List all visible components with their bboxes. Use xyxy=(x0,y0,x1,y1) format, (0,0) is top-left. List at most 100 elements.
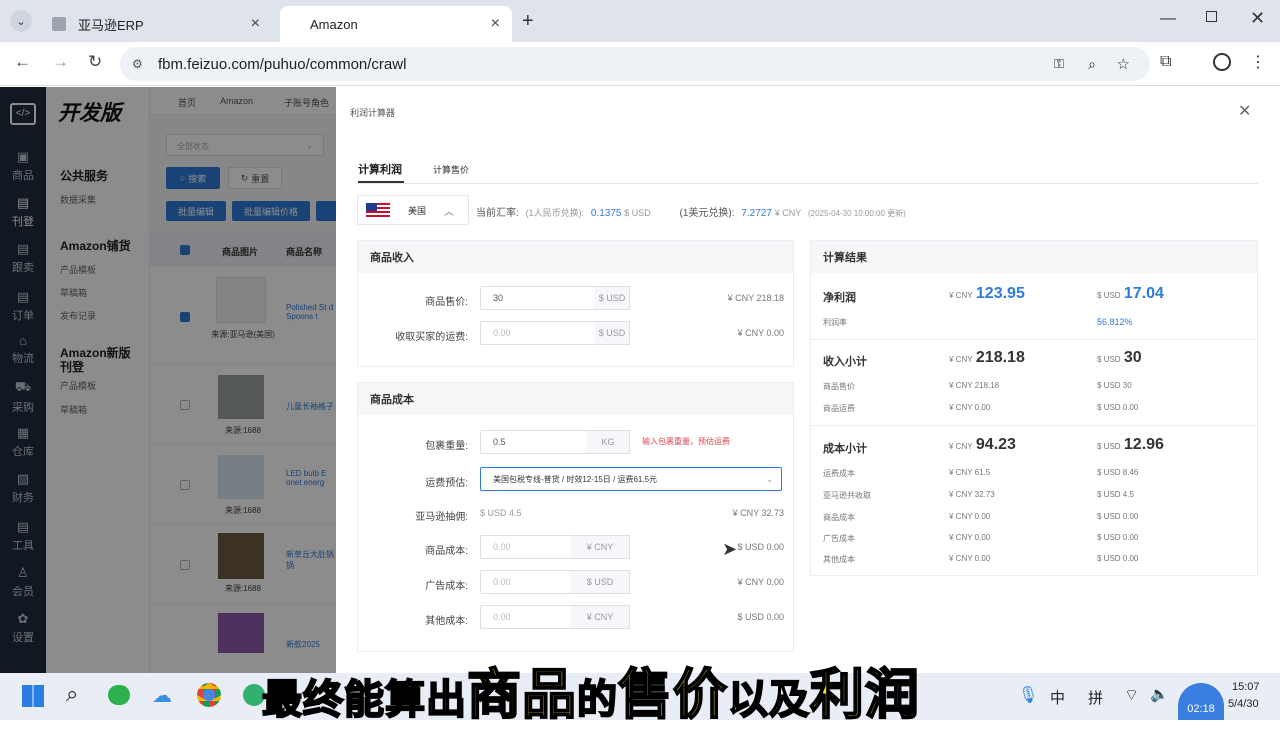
extensions-icon[interactable]: ⧉ xyxy=(1160,53,1171,71)
other-cost-conv: $ USD 0.00 xyxy=(737,612,784,622)
shipping-cny: ¥ CNY 0.00 xyxy=(737,328,784,338)
chrome-icon[interactable] xyxy=(197,683,221,707)
panel-title: 商品成本 xyxy=(358,383,793,415)
cost-subtotal-cny: ¥ CNY 94.23 xyxy=(949,436,1016,453)
divider xyxy=(811,425,1257,426)
shipping-label: 收取买家的运费: xyxy=(395,332,468,343)
result-row-label: 运费成本 xyxy=(823,469,855,478)
ime-pinyin[interactable]: 拼 xyxy=(1088,687,1103,708)
result-row-label: 商品运费 xyxy=(823,404,855,413)
minimize-button[interactable]: — xyxy=(1160,10,1176,28)
ship-estimate-label: 运费预估: xyxy=(425,478,468,489)
net-profit-label: 净利润 xyxy=(823,292,856,304)
result-row-usd: $ USD 8.46 xyxy=(1097,468,1139,477)
ship-estimate-select[interactable]: 美国包税专线-普货 / 时效12-15日 / 运费61.5元 ⌄ xyxy=(480,467,782,491)
price-unit: $ USD xyxy=(595,286,630,310)
close-window-button[interactable]: ✕ xyxy=(1250,8,1265,29)
goods-cost-unit: ¥ CNY xyxy=(571,535,630,559)
result-row-label: 广告成本 xyxy=(823,534,855,543)
tab-favicon-icon xyxy=(52,17,66,31)
result-row-usd: $ USD 30 xyxy=(1097,381,1132,390)
cloud-icon[interactable]: ☁ xyxy=(152,683,172,708)
margin-value: 56.812% xyxy=(1097,317,1133,327)
tab-title: Amazon xyxy=(310,16,358,32)
drawer-title: 利润计算器 xyxy=(350,108,396,118)
weight-unit: KG xyxy=(587,430,630,454)
search-icon[interactable]: ⌕ xyxy=(66,681,78,707)
mouse-cursor-icon: ➤ xyxy=(722,539,738,559)
income-panel: 商品收入 商品售价: 30 $ USD ¥ CNY 218.18 收取买家的运费… xyxy=(357,240,794,367)
commission-cny: ¥ CNY 32.73 xyxy=(732,508,784,518)
exchange-rate-info: 当前汇率: (1人民币兑换): 0.1375 $ USD (1美元兑换): 7.… xyxy=(476,208,906,219)
other-cost-unit: ¥ CNY xyxy=(571,605,630,629)
chevron-up-icon: ︿ xyxy=(444,206,455,218)
zoom-icon[interactable]: ⌕ xyxy=(1088,56,1096,73)
wechat-icon[interactable] xyxy=(108,685,130,705)
ad-cost-input[interactable]: 0.00 xyxy=(480,570,572,594)
panel-title: 计算结果 xyxy=(811,241,1257,273)
result-row-usd: $ USD 0.00 xyxy=(1097,554,1139,563)
income-subtotal-label: 收入小计 xyxy=(823,356,867,368)
goods-cost-conv: $ USD 0.00 xyxy=(737,542,784,552)
ime-mode[interactable]: 中 xyxy=(1050,687,1065,708)
modal-overlay[interactable] xyxy=(0,87,336,673)
microphone-icon[interactable]: 🎙 xyxy=(1018,685,1038,705)
new-tab-button[interactable]: + xyxy=(522,10,534,33)
back-icon[interactable]: ← xyxy=(14,52,31,72)
drawer-close-icon[interactable]: ✕ xyxy=(1238,101,1251,121)
tab-list-button[interactable]: ⌄ xyxy=(10,10,32,32)
country-select[interactable]: 美国 ︿ xyxy=(357,195,469,225)
price-input[interactable]: 30 xyxy=(480,286,596,310)
result-row-label: 商品成本 xyxy=(823,513,855,522)
url-field[interactable]: ⚙ fbm.feizuo.com/puhuo/common/crawl ⚿ ⌕ … xyxy=(120,47,1150,81)
result-row-cny: ¥ CNY 0.00 xyxy=(949,533,991,542)
wifi-icon[interactable]: ⌔ xyxy=(1124,685,1139,705)
browser-tab-erp[interactable]: 亚马逊ERP × xyxy=(40,6,272,42)
volume-icon[interactable]: 🔈 xyxy=(1150,685,1169,703)
close-icon[interactable]: × xyxy=(491,15,500,33)
address-bar-row: ← → ↻ ⚙ fbm.feizuo.com/puhuo/common/craw… xyxy=(0,42,1280,86)
result-row-cny: ¥ CNY 32.73 xyxy=(949,490,995,499)
bookmark-star-icon[interactable]: ☆ xyxy=(1117,55,1130,73)
profit-calculator-drawer: 利润计算器 ✕ 计算利润 计算售价 美国 ︿ 当前汇率: (1人民币兑换): 0… xyxy=(336,87,1280,673)
clock-time[interactable]: 15:07 xyxy=(1232,681,1260,693)
restore-button[interactable] xyxy=(1206,11,1217,22)
profile-icon[interactable] xyxy=(1213,53,1231,71)
result-row-usd: $ USD 4.5 xyxy=(1097,490,1134,499)
result-row-cny: ¥ CNY 218.18 xyxy=(949,381,1000,390)
cost-subtotal-usd: $ USD 12.96 xyxy=(1097,436,1164,453)
chevron-down-icon: ⌄ xyxy=(766,474,773,484)
result-row-label: 其他成本 xyxy=(823,555,855,564)
net-profit-usd: $ USD 17.04 xyxy=(1097,285,1164,302)
shipping-input[interactable]: 0.00 xyxy=(480,321,596,345)
tab-calc-profit[interactable]: 计算利润 xyxy=(358,161,402,177)
site-settings-icon[interactable]: ⚙ xyxy=(132,57,143,71)
tab-title: 亚马逊ERP xyxy=(78,17,144,33)
key-icon[interactable]: ⚿ xyxy=(1054,56,1064,72)
browser-tabbar: ⌄ 亚马逊ERP × Amazon × + — ✕ xyxy=(0,0,1280,42)
cost-subtotal-label: 成本小计 xyxy=(823,443,867,455)
income-subtotal-usd: $ USD 30 xyxy=(1097,349,1142,366)
shipping-unit: $ USD xyxy=(595,321,630,345)
result-row-cny: ¥ CNY 0.00 xyxy=(949,512,991,521)
forward-icon[interactable]: → xyxy=(52,52,69,72)
result-row-usd: $ USD 0.00 xyxy=(1097,512,1139,521)
clock-date[interactable]: 5/4/30 xyxy=(1228,698,1259,710)
panel-title: 商品收入 xyxy=(358,241,793,273)
reload-icon[interactable]: ↻ xyxy=(88,52,102,72)
close-icon[interactable]: × xyxy=(251,15,260,33)
result-row-label: 亚马逊共收取 xyxy=(823,491,871,500)
margin-label: 利润率 xyxy=(823,318,847,327)
result-row-cny: ¥ CNY 61.5 xyxy=(949,468,991,477)
ad-cost-conv: ¥ CNY 0.00 xyxy=(737,577,784,587)
weight-input[interactable]: 0.5 xyxy=(480,430,588,454)
browser-tab-amazon[interactable]: Amazon × xyxy=(280,6,512,42)
goods-cost-input[interactable]: 0.00 xyxy=(480,535,572,559)
divider xyxy=(811,339,1257,340)
other-cost-input[interactable]: 0.00 xyxy=(480,605,572,629)
browser-menu-icon[interactable]: ⋮ xyxy=(1250,52,1266,72)
tab-calc-price[interactable]: 计算售价 xyxy=(433,163,469,176)
windows-start-icon[interactable] xyxy=(22,685,44,707)
result-panel: 计算结果 净利润 ¥ CNY 123.95 $ USD 17.04 利润率 56… xyxy=(810,240,1258,576)
net-profit-cny: ¥ CNY 123.95 xyxy=(949,285,1025,302)
